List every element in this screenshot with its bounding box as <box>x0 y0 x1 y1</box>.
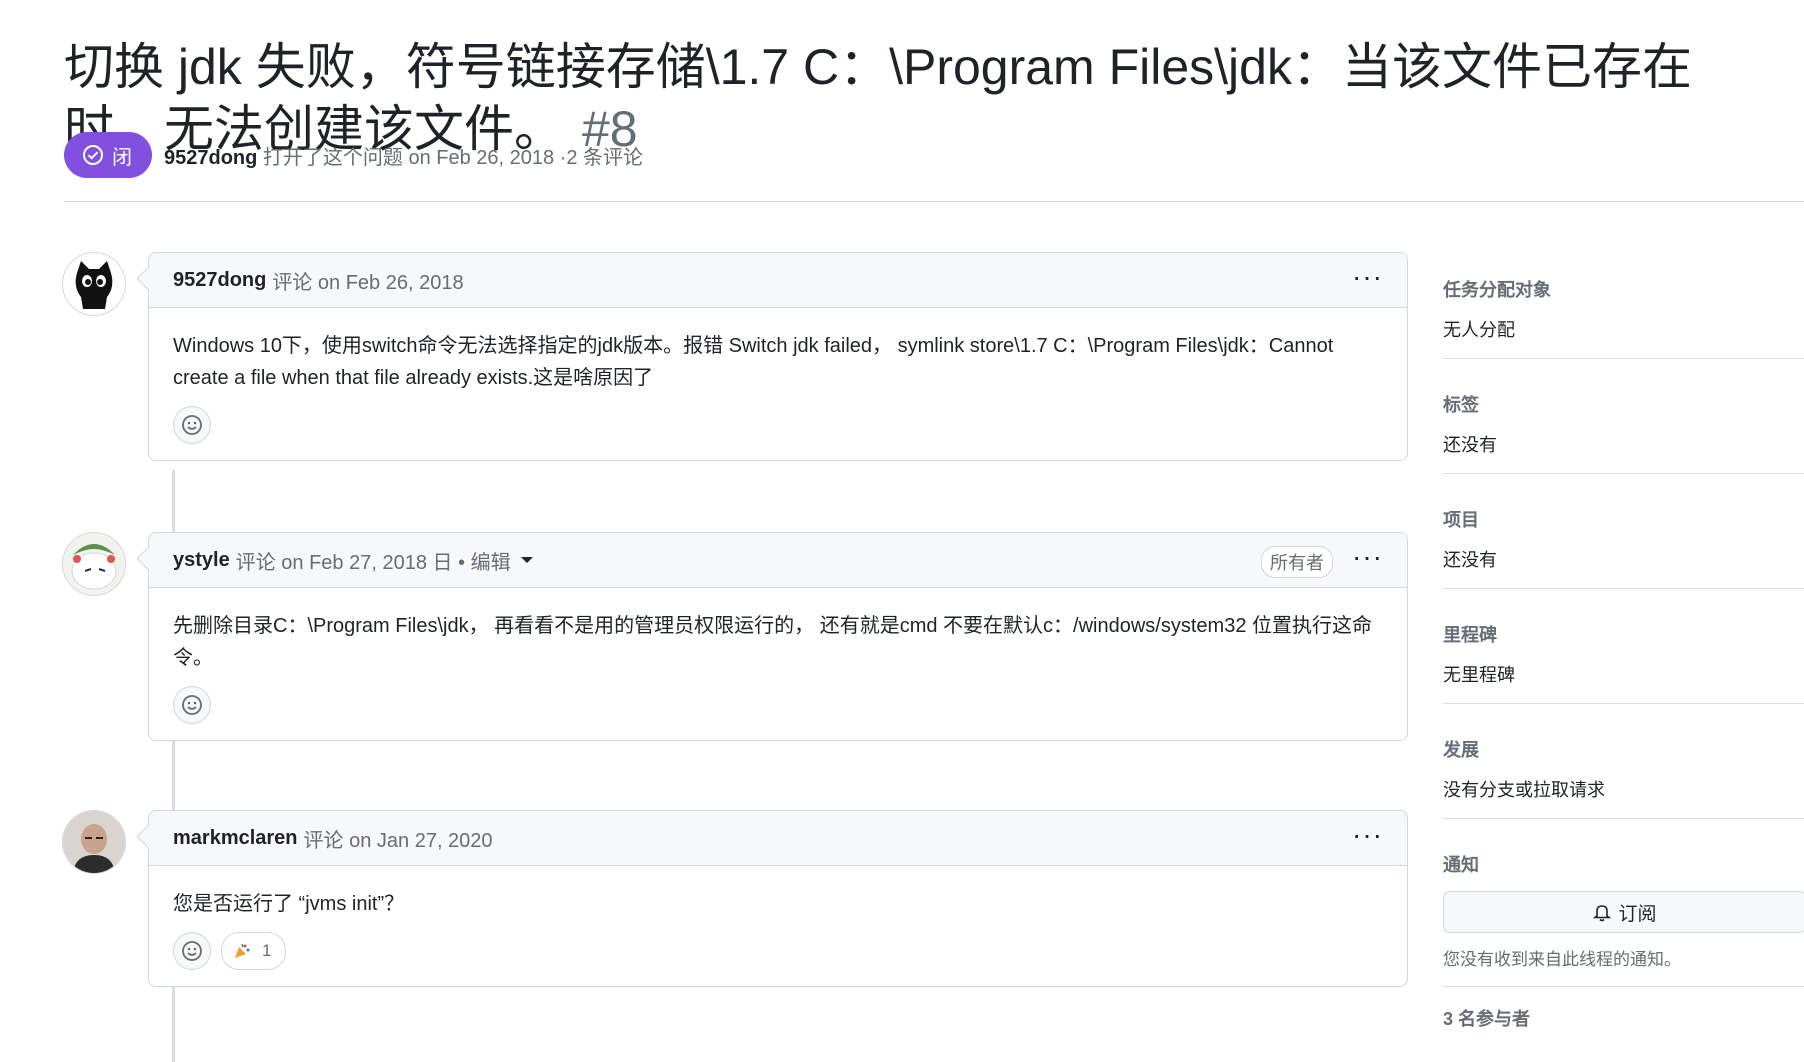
opened-text: 打开了这个问题 on Feb 26, 2018 ·2 条评论 <box>262 146 644 169</box>
subscribe-button[interactable]: 订阅 <box>1443 891 1804 933</box>
avatar-markmclaren[interactable] <box>62 810 126 874</box>
issue-meta: 闭 9527dong 打开了这个问题 on Feb 26, 2018 ·2 条评… <box>64 132 643 178</box>
issue-sidebar: 任务分配对象 无人分配 标签 还没有 项目 还没有 里程碑 无里程碑 发展 没有… <box>1443 262 1804 1031</box>
projects-value: 还没有 <box>1443 550 1497 570</box>
comment-action: 评论 on Jan 27, 2020 <box>303 829 493 852</box>
participants-heading: 3 名参与者 <box>1443 1009 1531 1029</box>
comment-2: ystyle 评论 on Feb 27, 2018 日 • 编辑 所有者 ···… <box>148 532 1408 741</box>
comment-body: 先删除目录C：\Program Files\jdk， 再看看不是用的管理员权限运… <box>173 615 1373 669</box>
labels-heading: 标签 <box>1443 395 1479 415</box>
party-popper-icon <box>235 943 250 958</box>
projects-section: 项目 还没有 <box>1443 492 1804 589</box>
comment-body: 您是否运行了 “jvms init”？ <box>173 893 405 915</box>
person-avatar-icon <box>63 811 125 873</box>
smiley-icon <box>182 941 202 961</box>
cat-avatar-icon <box>63 253 125 315</box>
comment-3: markmclaren 评论 on Jan 27, 2020 ··· 您是否运行… <box>148 810 1408 987</box>
state-label: 闭 <box>112 146 132 169</box>
participants-section: 3 名参与者 <box>1443 1005 1804 1031</box>
add-reaction-button[interactable] <box>173 686 211 724</box>
labels-section: 标签 还没有 <box>1443 377 1804 474</box>
projects-heading: 项目 <box>1443 510 1479 530</box>
comment-reactions <box>149 674 1407 740</box>
closed-state-badge: 闭 <box>64 132 152 178</box>
issue-author-link[interactable]: 9527dong <box>164 147 257 169</box>
assignees-section: 任务分配对象 无人分配 <box>1443 262 1804 359</box>
milestone-value: 无里程碑 <box>1443 665 1515 685</box>
development-section: 发展 没有分支或拉取请求 <box>1443 722 1804 819</box>
comment-reactions <box>149 394 1407 460</box>
issue-meta-text: 9527dong 打开了这个问题 on Feb 26, 2018 ·2 条评论 <box>164 141 643 170</box>
milestone-section: 里程碑 无里程碑 <box>1443 607 1804 704</box>
reaction-count: 1 <box>262 941 272 960</box>
comment-author-link[interactable]: markmclaren <box>173 827 298 850</box>
more-options-button[interactable]: ··· <box>1352 819 1383 851</box>
more-options-button[interactable]: ··· <box>1352 261 1383 293</box>
hooray-reaction-button[interactable]: 1 <box>221 932 287 970</box>
header-divider <box>64 201 1804 202</box>
more-options-button[interactable]: ··· <box>1352 541 1383 573</box>
owner-badge: 所有者 <box>1261 546 1333 578</box>
subscribe-label: 订阅 <box>1618 903 1657 925</box>
edit-history-caret-icon[interactable] <box>520 557 533 563</box>
notifications-heading: 通知 <box>1443 855 1479 875</box>
assignees-heading: 任务分配对象 <box>1443 280 1551 300</box>
development-heading: 发展 <box>1443 740 1479 760</box>
add-reaction-button[interactable] <box>173 932 211 970</box>
comment-header: 9527dong 评论 on Feb 26, 2018 ··· <box>149 253 1407 308</box>
comment-body: Windows 10下，使用switch命令无法选择指定的jdk版本。报错 Sw… <box>173 335 1334 389</box>
comment-action: 评论 on Feb 26, 2018 <box>272 271 464 294</box>
comment-action[interactable]: 评论 on Feb 27, 2018 日 • 编辑 <box>236 546 511 575</box>
labels-value: 还没有 <box>1443 435 1497 455</box>
comment-header: markmclaren 评论 on Jan 27, 2020 ··· <box>149 811 1407 866</box>
avatar-ystyle[interactable] <box>62 532 126 596</box>
assignees-value: 无人分配 <box>1443 320 1515 340</box>
check-circle-icon <box>83 145 103 165</box>
comment-reactions: 1 <box>149 920 1407 986</box>
add-reaction-button[interactable] <box>173 406 211 444</box>
milestone-heading: 里程碑 <box>1443 625 1497 645</box>
character-avatar-icon <box>63 533 125 595</box>
bell-icon <box>1593 905 1612 922</box>
avatar-9527dong[interactable] <box>62 252 126 316</box>
notifications-section: 通知 订阅 您没有收到来自此线程的通知。 <box>1443 837 1804 987</box>
comment-author-link[interactable]: 9527dong <box>173 269 266 292</box>
smiley-icon <box>182 695 202 715</box>
development-value: 没有分支或拉取请求 <box>1443 780 1605 800</box>
comment-author-link[interactable]: ystyle <box>173 549 230 572</box>
notifications-note: 您没有收到来自此线程的通知。 <box>1443 950 1681 969</box>
comment-header: ystyle 评论 on Feb 27, 2018 日 • 编辑 所有者 ··· <box>149 533 1407 588</box>
smiley-icon <box>182 415 202 435</box>
comment-1: 9527dong 评论 on Feb 26, 2018 ··· Windows … <box>148 252 1408 461</box>
